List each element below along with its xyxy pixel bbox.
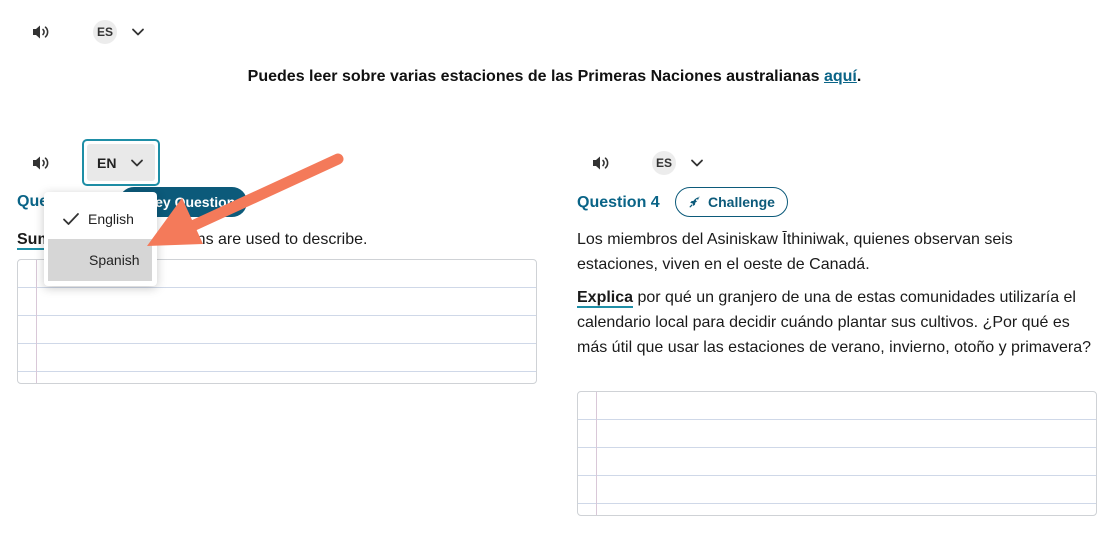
language-dropdown-menu: English Spanish [44,192,157,286]
language-select[interactable]: EN [82,139,160,186]
prompt-rest: ns are used to describe. [196,231,368,248]
intro-text: Puedes leer sobre varias estaciones de l… [0,68,1109,86]
menu-item-spanish[interactable]: Spanish [48,239,152,281]
speaker-icon[interactable] [31,153,51,173]
menu-item-label: Spanish [89,252,140,268]
language-badge[interactable]: ES [652,151,676,175]
menu-item-english[interactable]: English [48,198,152,240]
challenge-pill[interactable]: Challenge [675,187,788,217]
right-prompt-paragraph-1: Los miembros del Asiniskaw Īthiniwak, qu… [577,231,1013,273]
language-select-inner: EN [87,144,155,181]
intro-period: . [856,68,862,85]
speaker-icon[interactable] [31,22,51,42]
intro-sentence: Puedes leer sobre varias estaciones de l… [247,68,824,85]
language-badge[interactable]: ES [93,20,117,44]
prompt-keyword: Explica [577,289,634,308]
chevron-down-icon[interactable] [131,27,145,37]
chevron-down-icon[interactable] [690,158,704,168]
speaker-icon[interactable] [591,153,611,173]
rocket-icon [689,196,700,208]
answer-area-right[interactable] [577,391,1097,516]
prompt-rest: por qué un granjero de una de estas comu… [577,289,1092,356]
challenge-pill-label: Challenge [708,194,775,210]
key-question-pill-label: Key Question [145,194,236,210]
chevron-down-icon [131,159,144,166]
language-select-value: EN [97,154,117,171]
menu-item-label: English [88,211,134,227]
right-prompt-paragraph-2: Explica por qué un granjero de una de es… [577,285,1097,360]
question-label: Question 4 [577,194,660,211]
checkmark-icon [63,213,79,225]
intro-link[interactable]: aquí [824,68,857,85]
